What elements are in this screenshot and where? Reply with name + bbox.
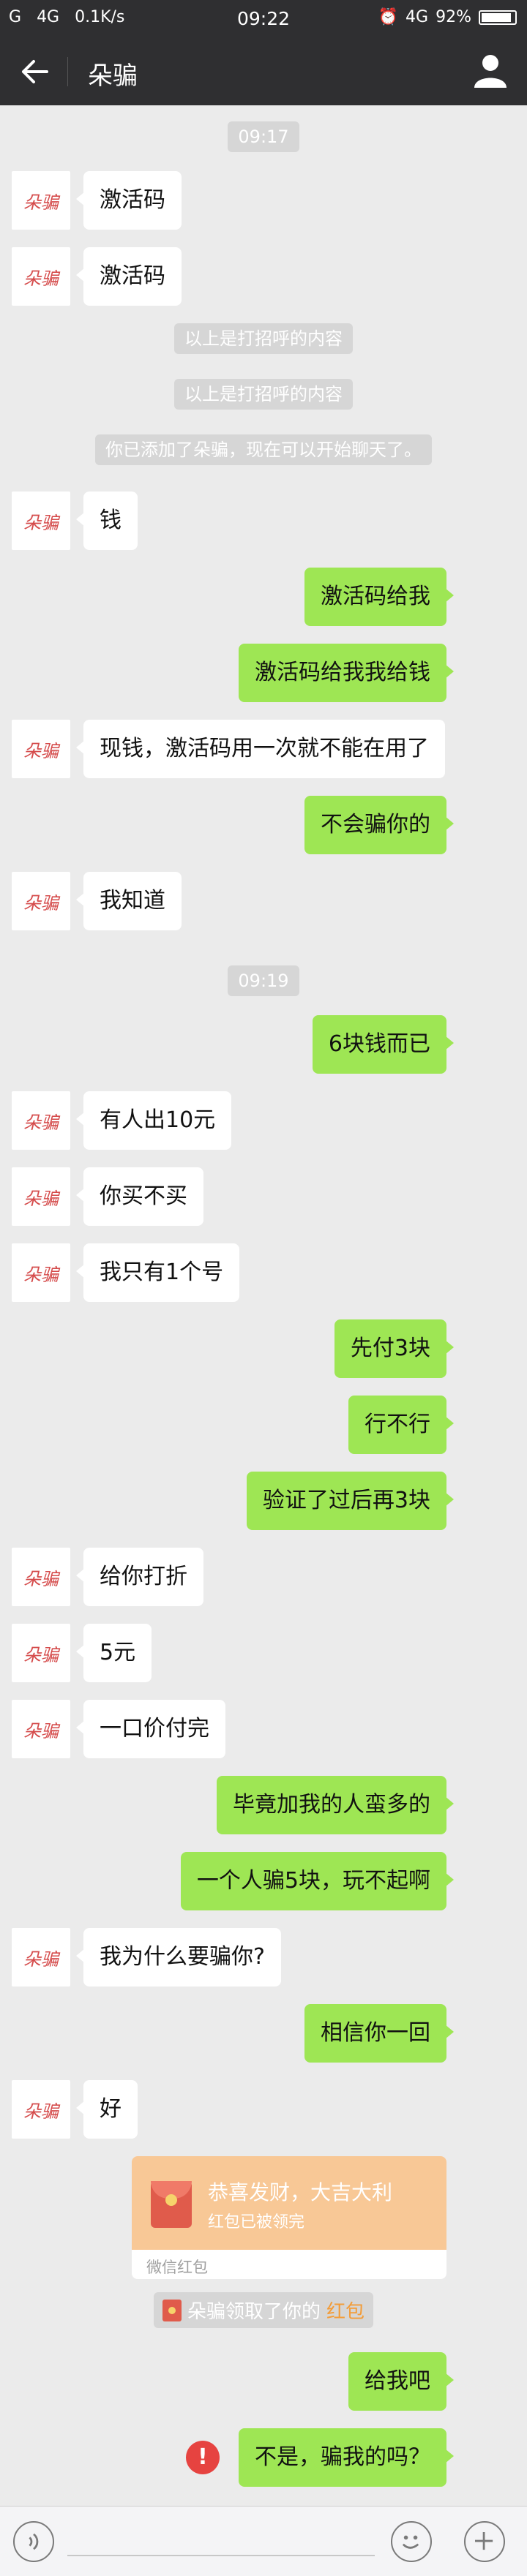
contact-avatar[interactable]: 朵骗 [12,2080,70,2139]
battery-level: 92% [436,8,471,26]
back-arrow-icon[interactable] [18,54,53,89]
message-bubble[interactable]: 你买不买 [76,1167,203,1226]
red-envelope-icon [151,2181,192,2228]
system-notice: 你已添加了朵骗，现在可以开始聊天了。 [0,434,527,465]
contact-avatar[interactable]: 朵骗 [12,720,70,778]
contact-avatar[interactable]: 朵骗 [12,1167,70,1226]
message-bubble[interactable]: 现钱，激活码用一次就不能在用了 [76,720,445,778]
contact-avatar[interactable]: 朵骗 [12,247,70,306]
timestamp: 09:19 [0,965,527,996]
send-failed-icon[interactable]: ! [186,2441,220,2474]
message-bubble[interactable]: 激活码给我我给钱 [239,644,454,702]
system-notice: 以上是打招呼的内容 [0,379,527,410]
contact-avatar[interactable]: 朵骗 [12,1928,70,1986]
message-bubble[interactable]: 激活码给我 [304,568,454,626]
message-bubble[interactable]: 好 [76,2080,138,2139]
contact-avatar[interactable]: 朵骗 [12,492,70,550]
contact-avatar[interactable]: 朵骗 [12,1700,70,1758]
contact-avatar[interactable]: 朵骗 [12,1091,70,1150]
message-bubble[interactable]: 我知道 [76,872,182,930]
contact-avatar[interactable]: 朵骗 [12,171,70,230]
message-bubble[interactable]: 一个人骗5块，玩不起啊 [180,1852,455,1910]
message-bubble[interactable]: 激活码 [76,171,182,230]
status-bar: G 4G 0.1K/s 09:22 ⏰ 4G 92% [0,0,527,37]
red-packet-card[interactable]: 恭喜发财，大吉大利 红包已被领完 微信红包 [132,2156,446,2279]
contact-avatar[interactable]: 朵骗 [12,1548,70,1606]
chat-title: 朵骗 [88,61,138,91]
message-bubble[interactable]: 一口价付完 [76,1700,225,1758]
emoji-icon[interactable] [391,2521,432,2562]
message-bubble[interactable]: 6块钱而已 [312,1015,455,1074]
plus-icon[interactable] [464,2521,505,2562]
message-bubble[interactable]: 毕竟加我的人蛮多的 [217,1776,454,1834]
timestamp: 09:17 [0,121,527,152]
message-bubble[interactable]: 验证了过后再3块 [246,1472,455,1530]
message-bubble[interactable]: 激活码 [76,247,182,306]
title-bar: 朵骗 [0,37,527,105]
red-packet-link[interactable]: 红包 [326,2297,365,2324]
message-bubble[interactable]: 给我吧 [348,2352,454,2411]
red-packet-notice-text: 朵骗领取了你的 [187,2301,321,2323]
message-input[interactable] [67,2555,375,2556]
message-bubble[interactable]: 我为什么要骗你? [76,1928,281,1986]
red-packet-footer: 微信红包 [146,2259,208,2276]
red-packet-notice: 朵骗领取了你的 红包 [0,2292,527,2328]
voice-input-icon[interactable] [13,2521,54,2562]
message-bubble[interactable]: 相信你一回 [304,2004,454,2063]
battery-icon [479,10,517,25]
message-bubble[interactable]: 5元 [75,1624,152,1682]
red-envelope-small-icon [162,2299,182,2321]
red-packet-greeting: 恭喜发财，大吉大利 [208,2180,393,2204]
message-bubble[interactable]: 有人出10元 [75,1091,232,1150]
message-bubble[interactable]: 不会骗你的 [304,796,454,854]
system-notice: 以上是打招呼的内容 [0,323,527,354]
network-type: 4G [405,8,429,26]
alarm-icon: ⏰ [378,8,399,26]
message-bubble[interactable]: 给你打折 [76,1548,203,1606]
status-right: ⏰ 4G 92% [378,8,517,26]
chat-area[interactable]: 09:17 朵骗 激活码 朵骗 激活码 以上是打招呼的内容 以上是打招呼的内容 … [0,105,527,2506]
red-packet-status: 红包已被领完 [208,2213,305,2232]
contact-avatar[interactable]: 朵骗 [12,1243,70,1302]
message-bubble[interactable]: 不是，骗我的吗？ [239,2428,454,2487]
message-bubble[interactable]: 行不行 [348,1396,454,1454]
message-bubble[interactable]: 先付3块 [334,1319,455,1378]
message-bubble[interactable]: 我只有1个号 [75,1243,240,1302]
input-bar [0,2506,527,2576]
message-bubble[interactable]: 钱 [76,492,138,550]
contact-avatar[interactable]: 朵骗 [12,872,70,930]
contact-avatar[interactable]: 朵骗 [12,1624,70,1682]
title-divider [67,57,68,86]
person-profile-icon[interactable] [471,51,509,89]
